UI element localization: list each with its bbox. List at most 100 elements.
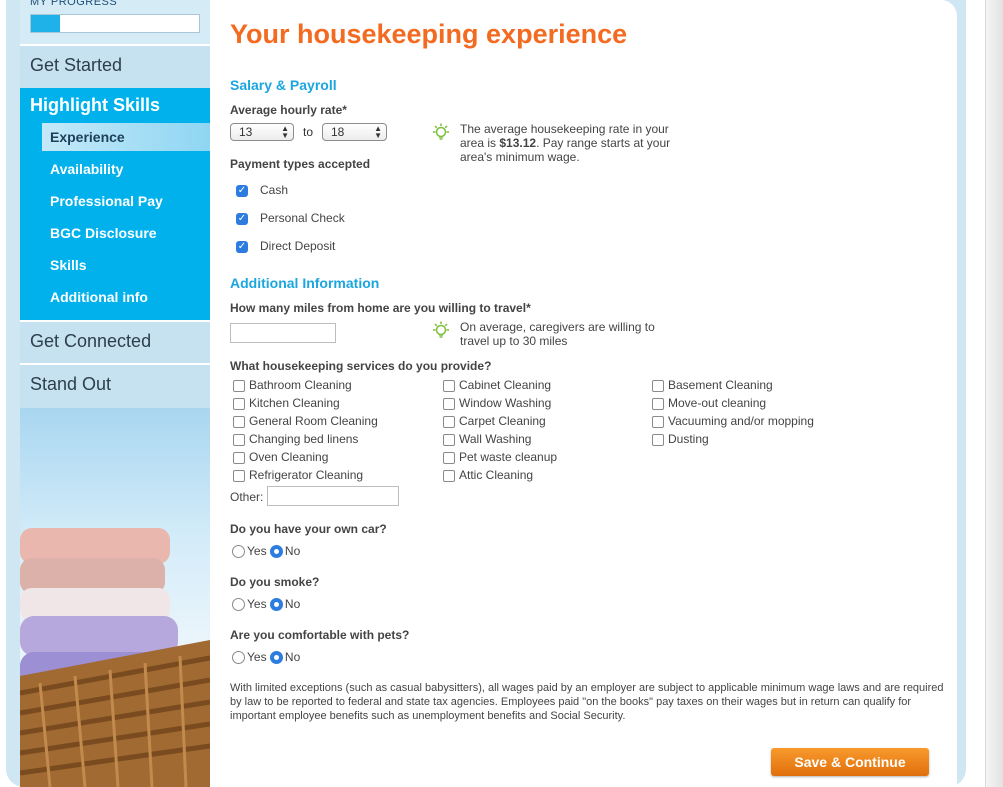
service-oven-checkbox[interactable]: Oven Cleaning	[233, 450, 328, 464]
pets-no-radio[interactable]: No	[269, 650, 301, 665]
service-label: Basement Cleaning	[668, 378, 773, 392]
smoke-yes-radio[interactable]: Yes	[232, 597, 267, 612]
payment-deposit-checkbox[interactable]: ✓ Direct Deposit	[236, 239, 335, 253]
nav-subitem-additional-info[interactable]: Additional info	[50, 289, 148, 305]
service-bed-linens-checkbox[interactable]: Changing bed linens	[233, 432, 358, 446]
checkmark-icon: ✓	[236, 212, 248, 225]
nav-stand-out[interactable]: Stand Out	[20, 363, 210, 408]
service-basement-checkbox[interactable]: Basement Cleaning	[652, 378, 773, 392]
payment-check-label: Personal Check	[260, 211, 345, 225]
rate-tip: The average housekeeping rate in your ar…	[460, 122, 685, 164]
nav-get-started-label: Get Started	[30, 55, 123, 75]
service-vacuuming-checkbox[interactable]: Vacuuming and/or mopping	[652, 414, 814, 428]
service-cabinet-checkbox[interactable]: Cabinet Cleaning	[443, 378, 551, 392]
service-attic-checkbox[interactable]: Attic Cleaning	[443, 468, 533, 482]
payment-types-label: Payment types accepted	[230, 157, 371, 171]
checkbox-icon	[233, 397, 245, 410]
checkmark-icon: ✓	[236, 240, 248, 253]
wage-disclaimer: With limited exceptions (such as casual …	[230, 682, 944, 722]
own-car-question: Do you have your own car?	[230, 522, 387, 536]
checkbox-icon	[443, 451, 455, 464]
payment-cash-checkbox[interactable]: ✓ Cash	[236, 183, 288, 197]
nav-highlight-skills[interactable]: Highlight Skills Experience Availability…	[20, 88, 210, 320]
nav-subitem-bgc-disclosure[interactable]: BGC Disclosure	[50, 225, 157, 241]
radio-label: Yes	[247, 650, 267, 664]
progress-block: MY PROGRESS	[20, 0, 210, 42]
service-label: Attic Cleaning	[459, 468, 534, 482]
nav-subitem-experience[interactable]: Experience	[42, 123, 210, 151]
select-arrows-icon: ▲ ▼	[281, 124, 289, 140]
radio-label: No	[284, 597, 301, 611]
radio-label: No	[284, 650, 301, 664]
service-move-out-checkbox[interactable]: Move-out cleaning	[652, 396, 766, 410]
miles-tip: On average, caregivers are willing to tr…	[460, 320, 655, 348]
service-label: Vacuuming and/or mopping	[668, 414, 814, 428]
checkbox-icon	[443, 379, 455, 392]
page-title: Your housekeeping experience	[230, 19, 628, 49]
nav-get-started[interactable]: Get Started	[20, 44, 210, 88]
service-dusting-checkbox[interactable]: Dusting	[652, 432, 709, 446]
nav-subitem-professional-pay[interactable]: Professional Pay	[50, 193, 163, 209]
hourly-rate-label: Average hourly rate*	[230, 103, 347, 117]
nav-subitem-skills[interactable]: Skills	[50, 257, 87, 273]
radio-label: Yes	[247, 597, 267, 611]
section-title-additional: Additional Information	[230, 275, 380, 291]
checkbox-icon	[233, 379, 245, 392]
pets-radio-group: Yes No	[232, 650, 301, 665]
section-title-salary: Salary & Payroll	[230, 77, 337, 93]
smoke-radio-group: Yes No	[232, 597, 301, 612]
radio-label: Yes	[247, 544, 267, 558]
checkmark-icon: ✓	[236, 184, 248, 197]
own-car-no-radio[interactable]: No	[269, 544, 301, 559]
pets-yes-radio[interactable]: Yes	[232, 650, 267, 665]
checkbox-icon	[443, 433, 455, 446]
own-car-yes-radio[interactable]: Yes	[232, 544, 267, 559]
save-continue-button[interactable]: Save & Continue	[771, 748, 929, 776]
radio-checked-icon	[269, 651, 283, 665]
payment-check-checkbox[interactable]: ✓ Personal Check	[236, 211, 345, 225]
radio-label: No	[284, 544, 301, 558]
radio-unchecked-icon	[232, 545, 245, 559]
rate-to-select[interactable]: 18 ▲ ▼	[322, 123, 387, 141]
service-label: Carpet Cleaning	[459, 414, 546, 428]
service-label: Wall Washing	[459, 432, 532, 446]
service-label: Oven Cleaning	[249, 450, 329, 464]
miles-input[interactable]	[230, 323, 336, 343]
nav-get-connected[interactable]: Get Connected	[20, 320, 210, 363]
service-label: General Room Cleaning	[249, 414, 378, 428]
own-car-radio-group: Yes No	[232, 544, 301, 559]
service-label: Cabinet Cleaning	[459, 378, 552, 392]
service-label: Bathroom Cleaning	[249, 378, 352, 392]
service-label: Window Washing	[459, 396, 552, 410]
service-pet-waste-checkbox[interactable]: Pet waste cleanup	[443, 450, 557, 464]
rate-from-select[interactable]: 13 ▲ ▼	[230, 123, 294, 141]
service-label: Changing bed linens	[249, 432, 359, 446]
service-wall-checkbox[interactable]: Wall Washing	[443, 432, 531, 446]
smoke-question: Do you smoke?	[230, 575, 320, 589]
lightbulb-icon	[433, 123, 449, 140]
payment-deposit-label: Direct Deposit	[260, 239, 336, 253]
smoke-no-radio[interactable]: No	[269, 597, 301, 612]
select-arrows-icon: ▲ ▼	[374, 124, 382, 140]
checkbox-icon	[652, 379, 664, 392]
checkbox-icon	[652, 415, 664, 428]
radio-unchecked-icon	[232, 598, 245, 612]
other-service-input[interactable]	[267, 486, 399, 506]
service-general-room-checkbox[interactable]: General Room Cleaning	[233, 414, 378, 428]
service-bathroom-checkbox[interactable]: Bathroom Cleaning	[233, 378, 352, 392]
payment-cash-label: Cash	[260, 183, 289, 197]
pets-question: Are you comfortable with pets?	[230, 628, 410, 642]
towels-basket-photo	[20, 408, 210, 787]
progress-label: MY PROGRESS	[30, 0, 118, 8]
nav-subitem-availability[interactable]: Availability	[50, 161, 123, 177]
radio-checked-icon	[269, 598, 283, 612]
service-label: Pet waste cleanup	[459, 450, 558, 464]
service-refrigerator-checkbox[interactable]: Refrigerator Cleaning	[233, 468, 363, 482]
rate-from-value: 13	[239, 125, 253, 139]
progress-bar	[30, 14, 200, 33]
rate-to-label: to	[303, 125, 314, 139]
nav-stand-out-label: Stand Out	[30, 374, 112, 394]
service-window-checkbox[interactable]: Window Washing	[443, 396, 551, 410]
service-carpet-checkbox[interactable]: Carpet Cleaning	[443, 414, 546, 428]
service-kitchen-checkbox[interactable]: Kitchen Cleaning	[233, 396, 340, 410]
